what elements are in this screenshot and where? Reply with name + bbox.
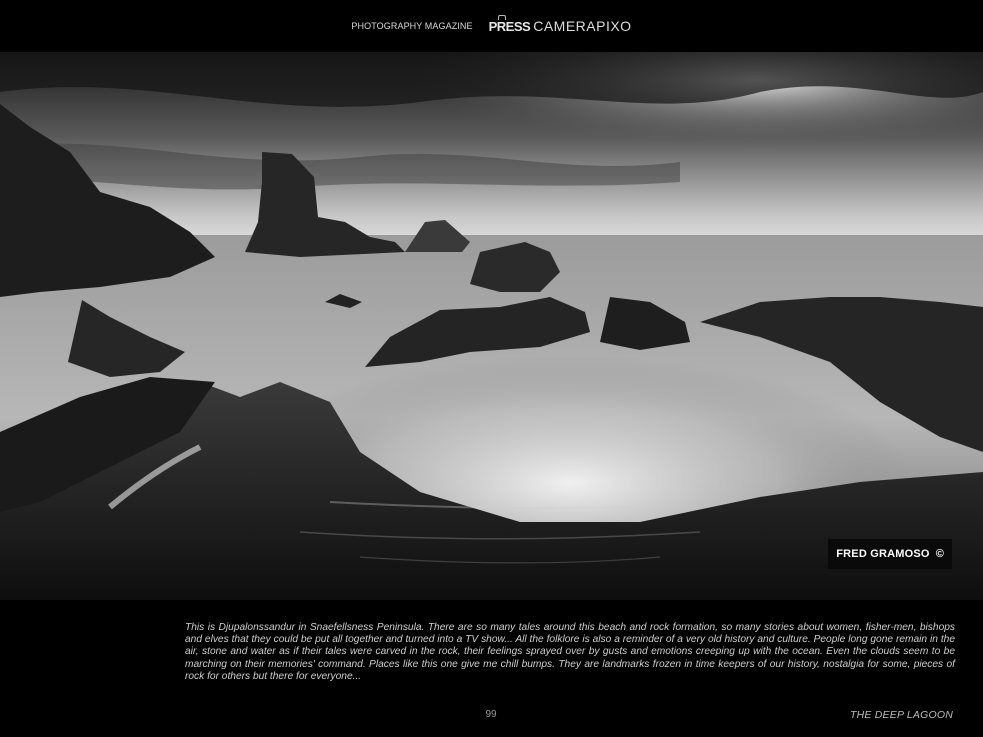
photo-illustration xyxy=(0,52,983,600)
brand-name: CAMERAPIXO xyxy=(533,18,632,34)
footer-section-title: THE DEEP LAGOON xyxy=(850,709,953,721)
photo-credit: FRED GRAMOSO © xyxy=(828,539,952,569)
landscape-photo xyxy=(0,52,983,600)
magazine-header: PHOTOGRAPHY MAGAZINE PRESS CAMERAPIXO xyxy=(0,0,983,52)
copyright-icon: © xyxy=(935,548,944,560)
page-number: 99 xyxy=(485,709,497,720)
credit-name: FRED GRAMOSO xyxy=(836,548,930,560)
magazine-label: PHOTOGRAPHY MAGAZINE xyxy=(351,21,473,31)
photo-caption: This is Djupalonssandur in Snaefellsness… xyxy=(185,622,955,682)
brand-logo[interactable]: PRESS CAMERAPIXO xyxy=(488,15,632,34)
brand-press: PRESS xyxy=(488,15,531,34)
